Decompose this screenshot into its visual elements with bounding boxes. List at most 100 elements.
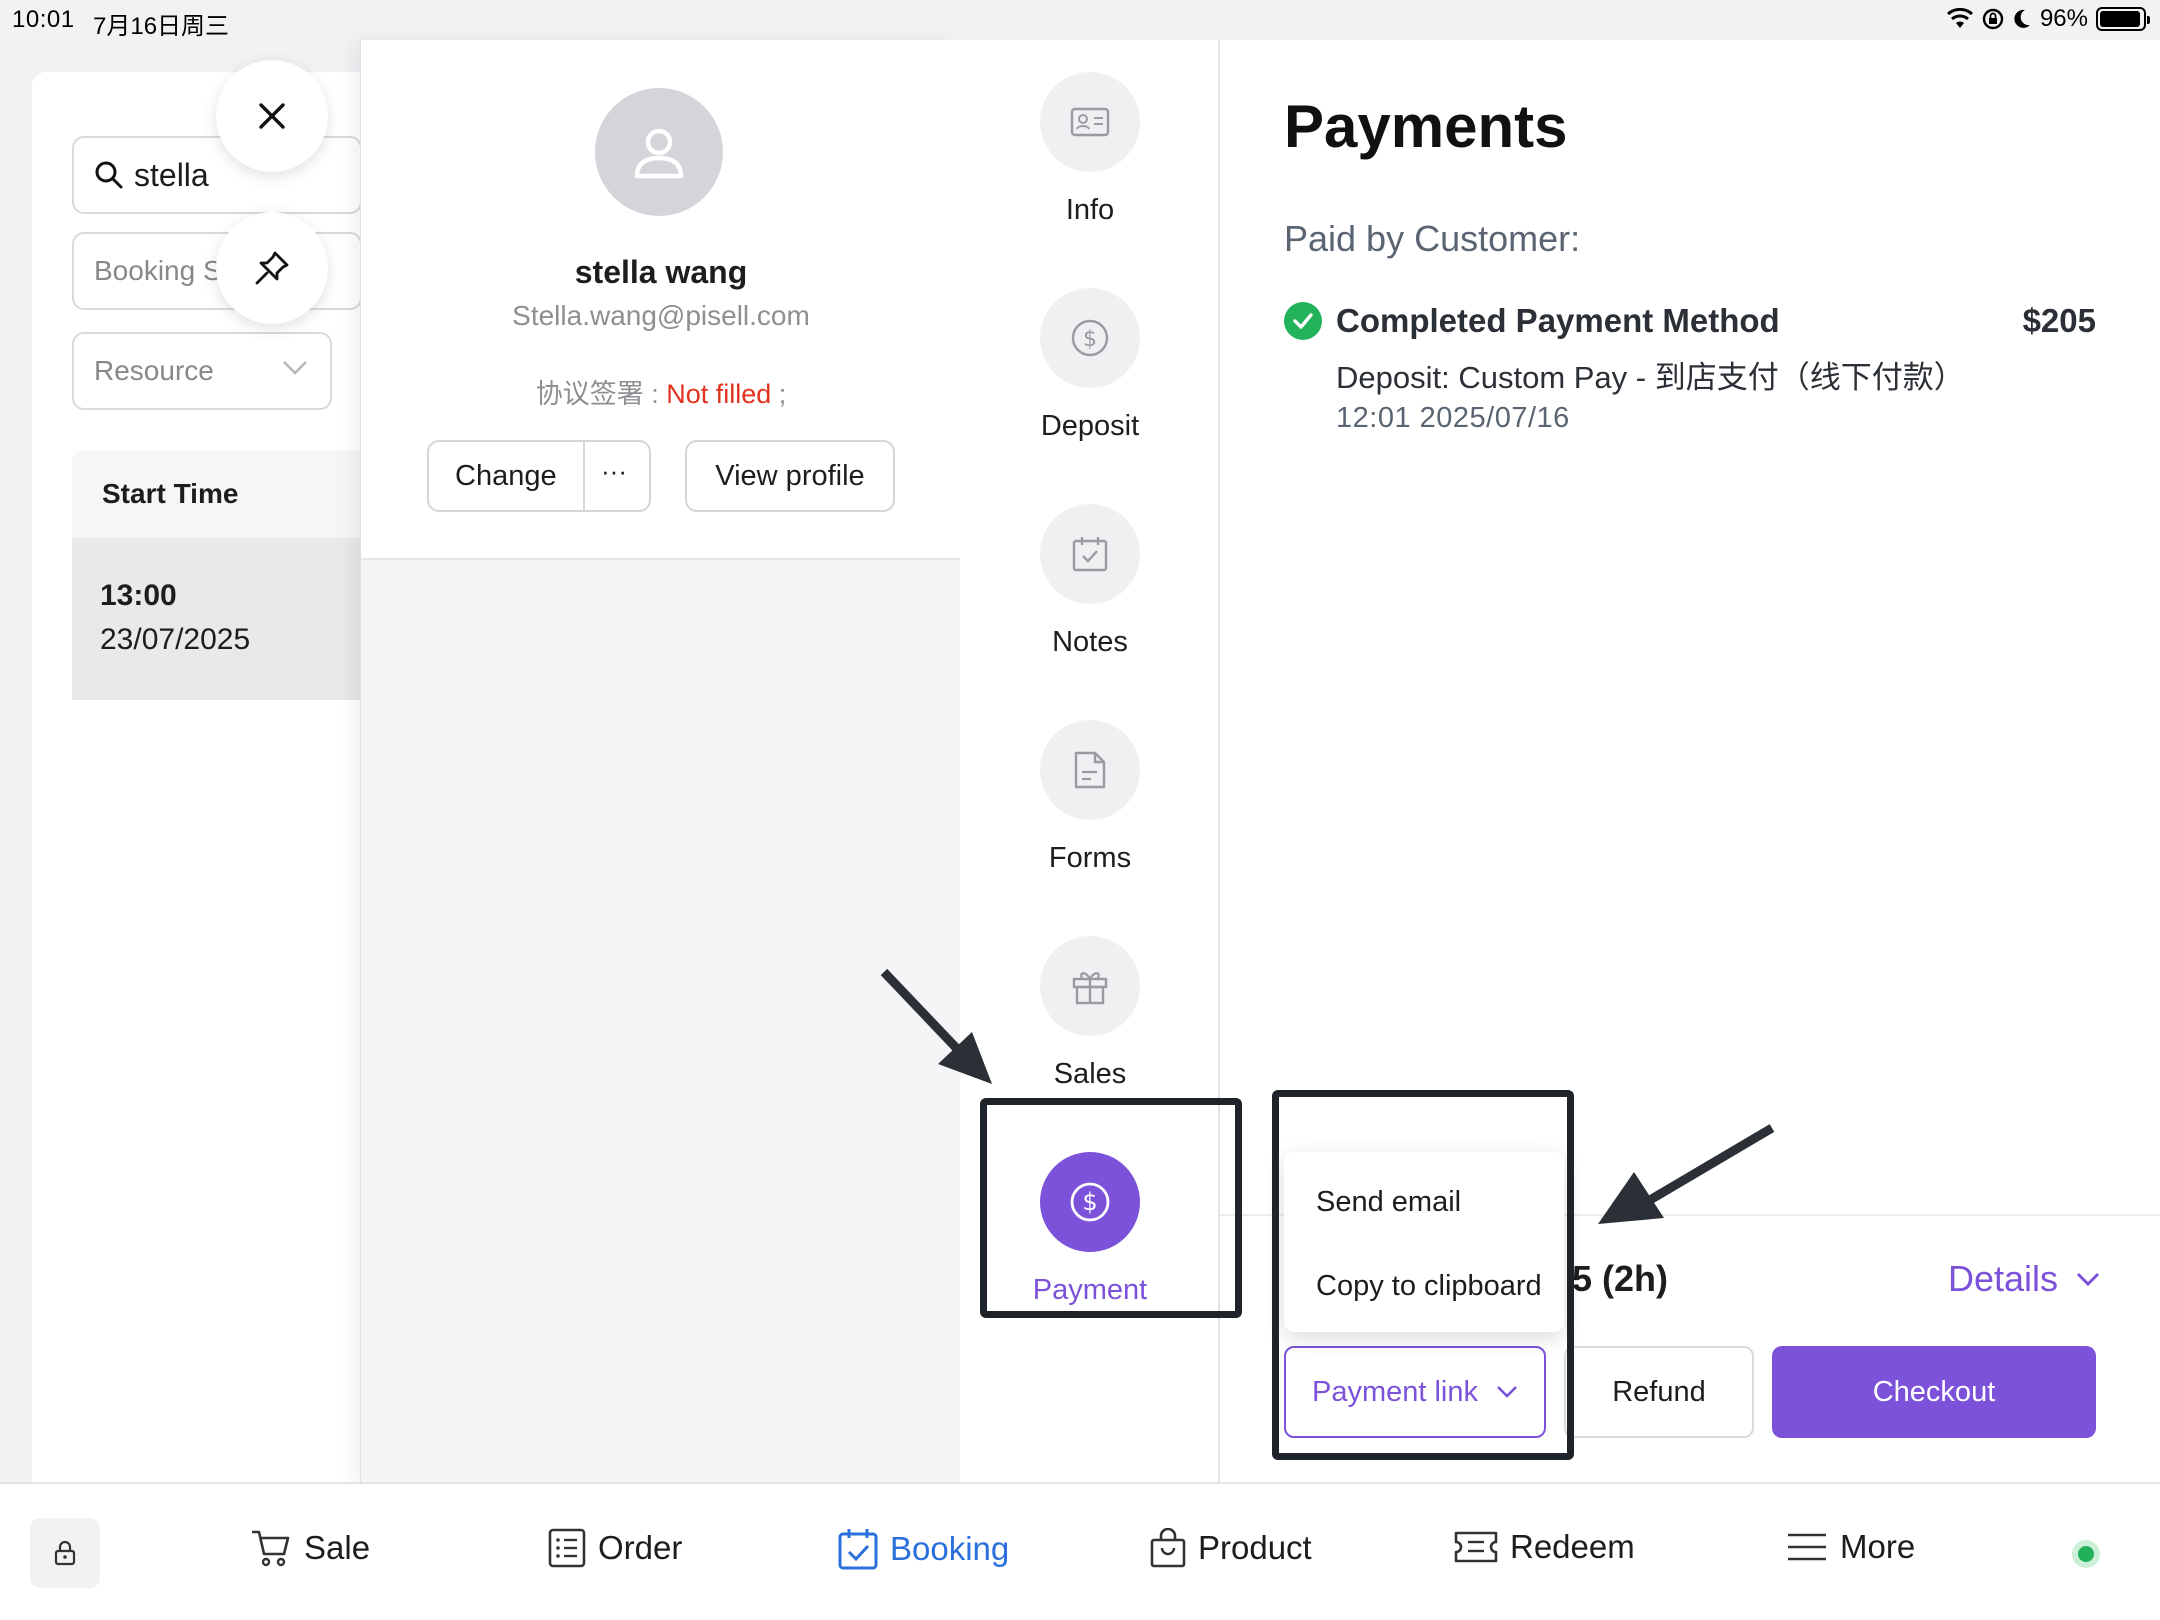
payment-link-menu: Send email Copy to clipboard: [1284, 1152, 1564, 1332]
booking-duration: 5 (2h): [1572, 1258, 1669, 1299]
nav-item-sale[interactable]: Sale: [250, 1528, 370, 1568]
tab-payment-label: Payment: [1032, 1274, 1148, 1306]
menu-item-copy-clipboard[interactable]: Copy to clipboard: [1284, 1270, 1564, 1354]
search-input[interactable]: stella: [72, 136, 362, 214]
document-icon: [1074, 751, 1106, 789]
id-card-icon: [1070, 107, 1110, 137]
nav-label-order: Order: [598, 1529, 683, 1566]
annotation-arrow-icon: [880, 968, 992, 1084]
page-title: Payments: [1284, 93, 1568, 160]
customer-drawer: stella wang Stella.wang@pisell.com 协议签署 …: [360, 40, 961, 1482]
nav-label-booking: Booking: [890, 1530, 1010, 1567]
row-start-time: 13:00: [100, 579, 177, 612]
menu-icon: [1788, 1533, 1826, 1561]
nav-item-more[interactable]: More: [1786, 1528, 1915, 1566]
search-value: stella: [134, 156, 209, 193]
svg-text:$: $: [1082, 1188, 1097, 1216]
paid-by-heading: Paid by Customer:: [1284, 218, 1581, 259]
checkout-button[interactable]: Checkout: [1772, 1346, 2096, 1438]
agreement-status: 协议签署 : Not filled ;: [361, 372, 961, 411]
refund-button[interactable]: Refund: [1564, 1346, 1754, 1438]
status-time: 10:01: [12, 6, 75, 33]
tab-deposit-label: Deposit: [1040, 410, 1140, 442]
tab-payment-circle: $: [1040, 1152, 1140, 1252]
agreement-status-value: Not filled: [666, 379, 772, 409]
more-options-button[interactable]: ···: [601, 456, 627, 487]
calendar-check-icon: [1072, 537, 1108, 572]
tab-info-circle: [1040, 72, 1140, 172]
svg-text:$: $: [1083, 327, 1097, 352]
moon-icon: [2012, 8, 2032, 30]
detail-tabs: Info $ Deposit Notes Forms Sales $ Payme…: [960, 40, 1220, 1482]
row-start-date: 23/07/2025: [100, 623, 251, 656]
payment-method-label: Completed Payment Method: [1336, 302, 1780, 339]
tab-deposit[interactable]: $ Deposit: [960, 288, 1220, 443]
change-customer-split-button: Change ···: [427, 440, 651, 512]
shopping-bag-icon: [1150, 1528, 1186, 1568]
user-icon: [634, 128, 684, 179]
customer-email: Stella.wang@pisell.com: [512, 300, 810, 331]
gift-icon: [1072, 972, 1108, 1005]
status-bar: 10:01 7月16日周三 96%: [0, 0, 2160, 40]
nav-label-product: Product: [1198, 1529, 1312, 1566]
tab-notes-circle: [1040, 504, 1140, 604]
list-icon: [548, 1528, 586, 1568]
payment-detail: Deposit: Custom Pay - 到店支付（线下付款）: [1336, 360, 1965, 395]
nav-item-booking[interactable]: Booking: [838, 1528, 1009, 1570]
bottom-nav: Sale Order Booking Product Redeem More: [0, 1482, 2160, 1620]
nav-label-redeem: Redeem: [1510, 1528, 1635, 1565]
tab-notes[interactable]: Notes: [960, 504, 1220, 659]
lock-button[interactable]: [30, 1518, 100, 1588]
tab-info[interactable]: Info: [960, 72, 1220, 227]
chevron-down-icon: [282, 360, 308, 376]
customer-card: stella wang Stella.wang@pisell.com 协议签署 …: [361, 40, 961, 560]
payment-amount: $205: [2022, 302, 2096, 339]
change-button[interactable]: Change: [455, 460, 557, 493]
pin-button[interactable]: [216, 212, 328, 324]
nav-label-more: More: [1840, 1528, 1916, 1565]
lock-icon: [54, 1540, 76, 1566]
view-profile-button[interactable]: View profile: [685, 440, 895, 512]
dollar-circle-icon: $: [1070, 1182, 1110, 1222]
nav-item-order[interactable]: Order: [548, 1528, 682, 1568]
close-icon: [259, 103, 285, 129]
tab-deposit-circle: $: [1040, 288, 1140, 388]
close-button[interactable]: [216, 60, 328, 172]
column-header-start-time[interactable]: Start Time: [72, 450, 362, 538]
agreement-suffix: ;: [771, 379, 787, 409]
payment-link-label: Payment link: [1311, 1375, 1478, 1408]
resource-select[interactable]: Resource: [72, 332, 332, 410]
dollar-circle-icon: $: [1071, 319, 1109, 357]
battery-level: [2100, 11, 2141, 27]
annotation-arrow-icon: [1598, 1124, 1775, 1224]
booking-select-placeholder: Booking S: [94, 255, 222, 286]
table-row[interactable]: 13:00 23/07/2025: [72, 538, 362, 700]
payment-method-row: Completed Payment Method $205: [1284, 296, 2096, 346]
payment-link-button[interactable]: Payment link: [1284, 1346, 1546, 1438]
ticket-icon: [1454, 1531, 1498, 1563]
avatar[interactable]: [595, 88, 723, 216]
status-date: 7月16日周三: [93, 13, 230, 40]
details-label: Details: [1947, 1258, 2058, 1299]
status-indicators: 96%: [1946, 5, 2150, 33]
payment-timestamp: 12:01 2025/07/16: [1336, 402, 1570, 434]
tab-forms[interactable]: Forms: [960, 720, 1220, 875]
pin-icon: [255, 251, 289, 285]
online-status-indicator: [2072, 1540, 2100, 1568]
nav-item-product[interactable]: Product: [1150, 1528, 1312, 1568]
details-toggle[interactable]: Details: [1948, 1258, 2100, 1300]
search-icon: [94, 160, 124, 190]
resource-select-placeholder: Resource: [94, 355, 214, 386]
cart-icon: [252, 1530, 290, 1567]
menu-item-send-email[interactable]: Send email: [1284, 1186, 1564, 1270]
tab-sales-circle: [1040, 936, 1140, 1036]
tab-payment[interactable]: $ Payment: [960, 1152, 1220, 1307]
check-circle-icon: [1284, 302, 1322, 340]
tab-forms-label: Forms: [1048, 842, 1132, 874]
tab-info-label: Info: [1065, 194, 1115, 226]
orientation-lock-icon: [1982, 8, 2004, 30]
nav-item-redeem[interactable]: Redeem: [1454, 1528, 1635, 1566]
chevron-down-icon: [1496, 1385, 1518, 1399]
nav-label-sale: Sale: [304, 1529, 371, 1566]
split-divider: [583, 442, 585, 510]
